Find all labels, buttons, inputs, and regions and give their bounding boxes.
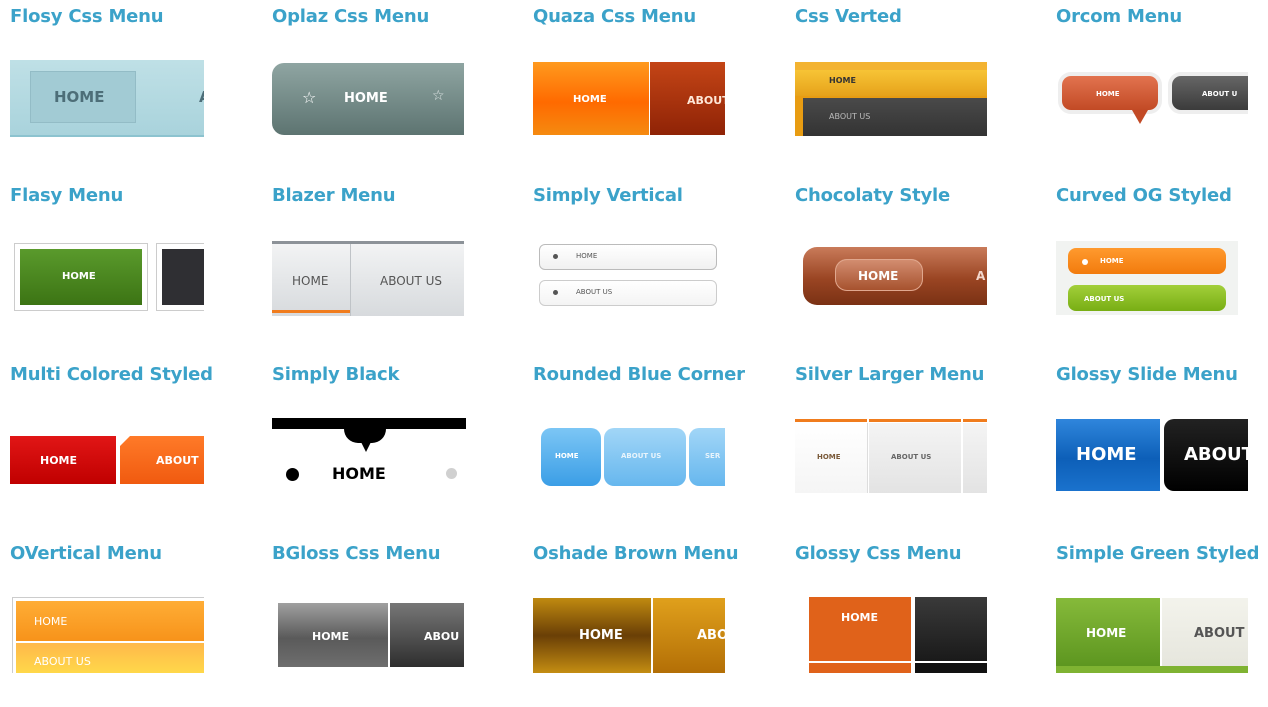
menu-card-blazer[interactable]: Blazer Menu HOME ABOUT US <box>272 179 522 349</box>
about-label: ABOUT <box>1184 444 1248 465</box>
home-label: HOME <box>1086 626 1127 640</box>
menu-card-orcom[interactable]: Orcom Menu HOME ABOUT U <box>1056 0 1268 170</box>
menu-card-oshade-brown[interactable]: Oshade Brown Menu HOME ABO <box>533 537 783 707</box>
menu-preview[interactable]: HOME ABO <box>533 598 725 673</box>
menu-title[interactable]: Orcom Menu <box>1056 6 1182 27</box>
home-label: HOME <box>579 628 623 643</box>
menu-title[interactable]: Silver Larger Menu <box>795 364 984 385</box>
home-label: HOME <box>576 252 598 260</box>
about-label: ABOUT U <box>1202 90 1238 98</box>
menu-title[interactable]: Rounded Blue Corner <box>533 364 745 385</box>
about-label: ABOUT US <box>1084 295 1125 303</box>
menu-card-chocolaty[interactable]: Chocolaty Style HOME A <box>795 179 1045 349</box>
menu-card-overtical[interactable]: OVertical Menu HOME ABOUT US <box>10 537 260 707</box>
home-label: HOME <box>841 611 879 624</box>
menu-preview[interactable]: HOME ABOUT <box>1056 598 1248 673</box>
home-label: HOME <box>555 452 579 460</box>
menu-preview[interactable]: HOME A <box>795 243 987 313</box>
home-label: HOME <box>62 271 96 282</box>
home-label: HOME <box>573 94 607 105</box>
home-label: HOME <box>34 615 68 628</box>
home-label: HOME <box>344 91 388 106</box>
menu-preview[interactable]: HOME ABOUT U <box>1056 68 1248 132</box>
menu-title[interactable]: Flasy Menu <box>10 185 123 206</box>
about-label: ABOUT US <box>829 112 871 121</box>
menu-title[interactable]: Glossy Slide Menu <box>1056 364 1238 385</box>
about-label: ABOUT US <box>34 655 91 668</box>
star-icon: ☆ <box>432 88 445 104</box>
star-icon: ☆ <box>302 88 317 107</box>
menu-title[interactable]: Oplaz Css Menu <box>272 6 429 27</box>
menu-preview[interactable]: HOME ABOUT US <box>272 241 464 316</box>
menu-title[interactable]: BGloss Css Menu <box>272 543 441 564</box>
about-label: ABOUT US <box>621 452 662 460</box>
menu-preview[interactable]: HOME ABOUT US <box>533 241 725 315</box>
menu-preview[interactable]: HOME ABOUT <box>10 432 204 488</box>
menu-title[interactable]: Blazer Menu <box>272 185 396 206</box>
menu-title[interactable]: Simply Vertical <box>533 185 683 206</box>
menu-title[interactable]: Multi Colored Styled <box>10 364 213 385</box>
menu-card-oplaz[interactable]: Oplaz Css Menu ☆ HOME ☆ <box>272 0 522 170</box>
menu-card-simply-black[interactable]: Simply Black HOME <box>272 358 522 528</box>
menu-preview[interactable]: HOME <box>795 597 987 673</box>
menu-title[interactable]: OVertical Menu <box>10 543 162 564</box>
about-label: ABOUT US <box>380 274 443 288</box>
about-label: ABOUT <box>1194 626 1245 641</box>
home-label: HOME <box>829 76 856 85</box>
menu-preview[interactable]: HOME ABOU <box>272 603 464 667</box>
about-label: ABOUT <box>156 454 199 467</box>
menu-preview[interactable]: HOME ABOUT <box>1056 419 1248 493</box>
home-label: HOME <box>1100 257 1124 265</box>
home-label: HOME <box>312 630 350 643</box>
menu-title[interactable]: Oshade Brown Menu <box>533 543 739 564</box>
menu-preview[interactable]: HOME <box>10 243 204 313</box>
home-label: HOME <box>1096 90 1120 98</box>
about-label: ABOU <box>424 630 460 643</box>
home-label: HOME <box>40 454 78 467</box>
menu-title[interactable]: Quaza Css Menu <box>533 6 696 27</box>
menu-title[interactable]: Glossy Css Menu <box>795 543 962 564</box>
menu-card-rounded-blue[interactable]: Rounded Blue Corner HOME ABOUT US SER <box>533 358 783 528</box>
menu-card-flosy[interactable]: Flosy Css Menu HOME A <box>10 0 260 170</box>
about-label: ABOUT <box>687 94 725 107</box>
menu-title[interactable]: Simply Black <box>272 364 399 385</box>
about-label: ABO <box>697 628 725 643</box>
menu-title[interactable]: Css Verted <box>795 6 902 27</box>
menu-card-glossy-css[interactable]: Glossy Css Menu HOME <box>795 537 1045 707</box>
home-label: HOME <box>54 88 105 106</box>
services-label: SER <box>705 452 721 460</box>
menu-preview[interactable]: HOME ABOUT US <box>1056 241 1238 315</box>
menu-card-simply-vertical[interactable]: Simply Vertical HOME ABOUT US <box>533 179 783 349</box>
menu-card-quaza[interactable]: Quaza Css Menu HOME ABOUT <box>533 0 783 170</box>
menu-title[interactable]: Chocolaty Style <box>795 185 950 206</box>
home-label: HOME <box>292 274 329 288</box>
menu-title[interactable]: Simple Green Styled <box>1056 543 1260 564</box>
menu-preview[interactable]: HOME ABOUT US <box>795 419 987 494</box>
menu-title[interactable]: Curved OG Styled <box>1056 185 1232 206</box>
menu-preview[interactable]: HOME ABOUT US SER <box>533 426 725 490</box>
home-label: HOME <box>1076 444 1137 465</box>
menu-preview[interactable]: HOME ABOUT US <box>10 597 204 673</box>
menu-card-silver-larger[interactable]: Silver Larger Menu HOME ABOUT US <box>795 358 1045 528</box>
home-label: HOME <box>332 464 386 483</box>
menu-preview[interactable]: HOME ABOUT US <box>795 62 987 136</box>
menu-card-flasy[interactable]: Flasy Menu HOME <box>10 179 260 349</box>
home-label: HOME <box>817 453 841 461</box>
menu-card-bgloss[interactable]: BGloss Css Menu HOME ABOU <box>272 537 522 707</box>
about-label: A <box>199 88 204 106</box>
menu-card-glossy-slide[interactable]: Glossy Slide Menu HOME ABOUT <box>1056 358 1268 528</box>
menu-preview[interactable]: HOME ABOUT <box>533 62 725 135</box>
menu-card-curved-og[interactable]: Curved OG Styled HOME ABOUT US <box>1056 179 1268 349</box>
menu-card-css-verted[interactable]: Css Verted HOME ABOUT US <box>795 0 1045 170</box>
menu-title[interactable]: Flosy Css Menu <box>10 6 164 27</box>
menu-card-multi-colored[interactable]: Multi Colored Styled HOME ABOUT <box>10 358 260 528</box>
menu-card-simple-green[interactable]: Simple Green Styled HOME ABOUT <box>1056 537 1268 707</box>
menu-preview[interactable]: HOME A <box>10 60 204 137</box>
about-label: ABOUT US <box>891 453 932 461</box>
menu-preview[interactable]: HOME <box>272 418 466 494</box>
about-label: A <box>976 269 986 283</box>
home-label: HOME <box>858 269 899 283</box>
menu-preview[interactable]: ☆ HOME ☆ <box>272 63 464 135</box>
about-label: ABOUT US <box>576 288 613 296</box>
